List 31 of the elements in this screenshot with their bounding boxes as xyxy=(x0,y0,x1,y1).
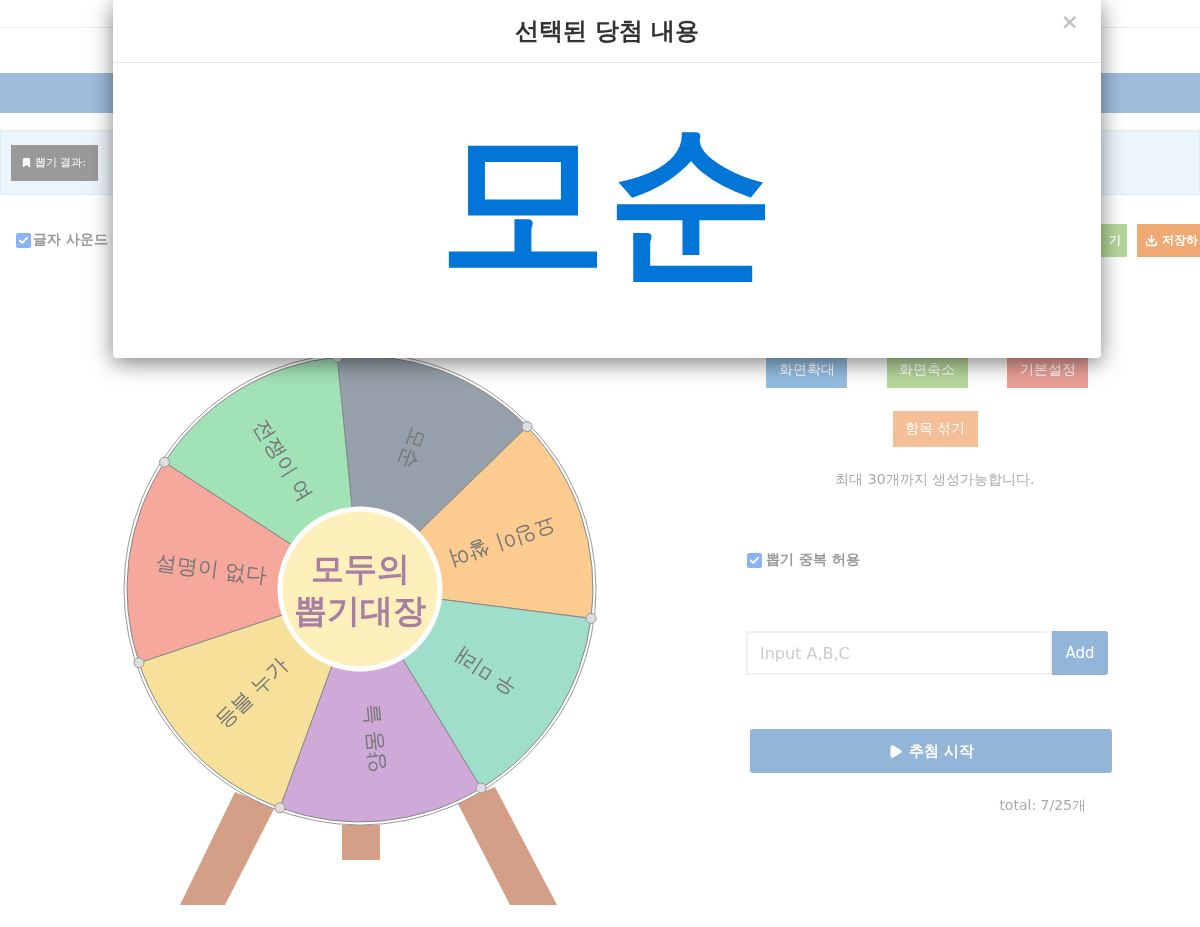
peg-icon xyxy=(274,802,286,814)
checkbox-label: 글자 사운드 xyxy=(33,231,108,249)
peg-icon xyxy=(133,657,145,669)
save-button[interactable]: 저장하 xyxy=(1137,223,1200,257)
play-icon xyxy=(887,743,903,759)
wheel-title: 모두의 xyxy=(310,549,410,588)
download-icon xyxy=(1145,233,1158,247)
dialog-title: 선택된 당첨 내용 xyxy=(514,16,700,47)
bookmark-icon xyxy=(21,157,32,168)
checkbox[interactable] xyxy=(747,552,762,568)
segment-label: 설명이 없다 xyxy=(154,550,269,588)
segment-label: 양몽 늘 xyxy=(358,702,389,775)
peg-icon xyxy=(521,421,533,433)
segment-label: 우 미래 xyxy=(449,642,522,701)
close-button[interactable]: × xyxy=(1054,8,1085,35)
result-label-button[interactable]: 뽑기 결과: xyxy=(11,144,99,181)
start-button[interactable]: 추첨 시작 xyxy=(750,729,1112,773)
segment-label: 등불 누가 xyxy=(210,652,293,733)
add-button[interactable]: Add xyxy=(1052,631,1108,675)
total-count: total: 7/25개 xyxy=(998,797,1087,815)
checkbox[interactable] xyxy=(16,232,31,248)
segment-label: 요잉이 쌓여 xyxy=(445,513,560,572)
check-icon xyxy=(18,234,29,246)
shuffle-button[interactable]: 항목 섞기 xyxy=(892,411,978,447)
wheel-title: 뽑기대장 xyxy=(294,591,426,630)
peg-icon xyxy=(475,782,487,794)
peg-icon xyxy=(159,456,171,468)
checkbox-label: 뽑기 중복 허용 xyxy=(766,551,860,569)
result-text: 모순 xyxy=(439,116,775,285)
check-icon xyxy=(749,554,760,566)
limit-note: 최대 30개까지 생성가능합니다. xyxy=(834,471,1036,489)
